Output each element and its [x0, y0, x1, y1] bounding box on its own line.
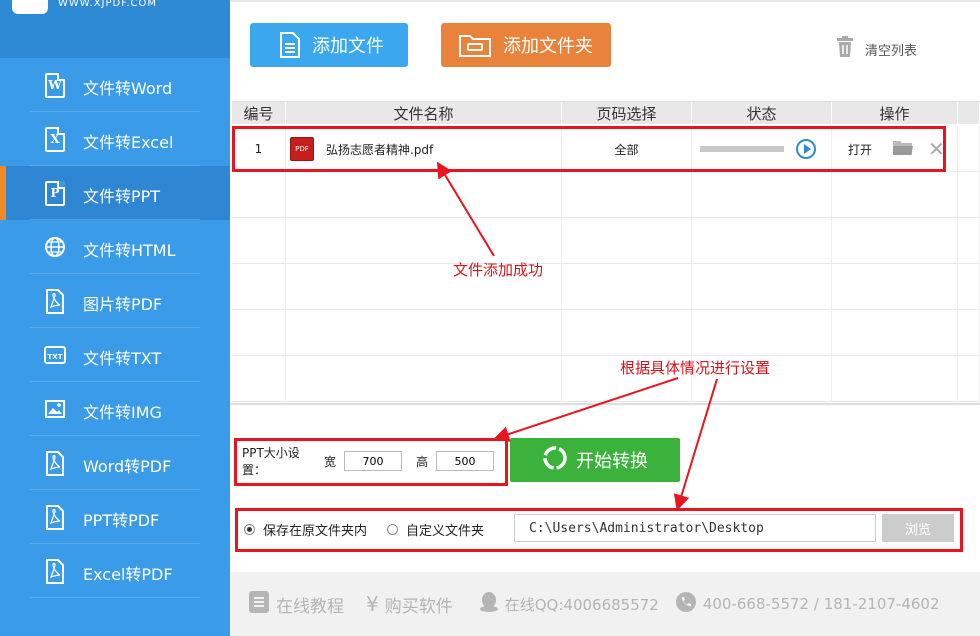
- table-row: [232, 218, 980, 264]
- sidebar-item-ppt[interactable]: P 文件转PPT: [0, 166, 230, 220]
- annotation-file-added: 文件添加成功: [453, 261, 544, 279]
- pdf-doc-icon: [44, 558, 66, 584]
- footer-phone: 400-668-5572 / 181-2107-4602: [675, 591, 940, 617]
- table-row: [232, 172, 980, 218]
- sidebar-item-label: 图片转PDF: [83, 295, 163, 314]
- table-row: [232, 356, 980, 402]
- ppt-doc-icon: P: [44, 180, 66, 206]
- annotation-box-ppt-size: [234, 438, 508, 486]
- pdf-doc-icon: [44, 450, 66, 476]
- sidebar-item-label: 文件转Word: [83, 79, 173, 98]
- logo-icon: [12, 0, 48, 14]
- table-bottom-divider: [230, 403, 980, 405]
- add-file-button[interactable]: 添加文件: [250, 23, 408, 67]
- header-filename: 文件名称: [286, 102, 562, 124]
- sidebar-item-img2pdf[interactable]: 图片转PDF: [0, 274, 230, 328]
- phone-icon: [675, 591, 697, 617]
- sidebar-item-html[interactable]: 文件转HTML: [0, 220, 230, 274]
- refresh-icon: [542, 445, 568, 476]
- sidebar-item-label: 文件转HTML: [83, 241, 176, 260]
- start-convert-button[interactable]: 开始转换: [510, 438, 680, 482]
- clear-list-label: 清空列表: [865, 43, 918, 59]
- sidebar-item-txt[interactable]: TXT 文件转TXT: [0, 328, 230, 382]
- sidebar-item-label: PPT转PDF: [83, 511, 160, 530]
- header-number: 编号: [232, 102, 286, 124]
- header-actions: 操作: [832, 102, 958, 124]
- clear-list-button[interactable]: 清空列表: [835, 36, 917, 62]
- sidebar-item-label: 文件转IMG: [83, 403, 162, 422]
- sidebar-item-word[interactable]: W 文件转Word: [0, 58, 230, 112]
- word-doc-icon: W: [44, 72, 66, 98]
- sidebar-item-word2pdf[interactable]: Word转PDF: [0, 436, 230, 490]
- sidebar-item-label: Excel转PDF: [83, 565, 173, 584]
- row-spacer: [958, 126, 980, 172]
- add-folder-button[interactable]: 添加文件夹: [441, 23, 611, 67]
- qq-icon: [479, 591, 499, 617]
- sidebar-item-img[interactable]: 文件转IMG: [0, 382, 230, 436]
- globe-icon: [44, 234, 66, 260]
- pdf-doc-icon: [44, 504, 66, 530]
- footer-buy[interactable]: ¥ 购买软件: [366, 592, 453, 617]
- sidebar-menu: W 文件转Word X 文件转Excel P 文件转PPT 文件转HTML 图片…: [0, 58, 230, 598]
- annotation-box-file-row: [232, 126, 946, 172]
- image-icon: [44, 396, 66, 422]
- document-icon: [248, 590, 270, 619]
- footer-qq-label: 在线QQ:4006685572: [504, 595, 659, 614]
- sidebar-item-label: Word转PDF: [83, 457, 172, 476]
- table-row: [232, 310, 980, 356]
- excel-doc-icon-glyph: X: [45, 126, 65, 152]
- add-folder-label: 添加文件夹: [503, 36, 593, 57]
- excel-doc-icon: X: [44, 126, 66, 152]
- ppt-doc-icon-glyph: P: [45, 180, 65, 206]
- pdf-doc-icon: [44, 288, 66, 314]
- footer-tutorial-label: 在线教程: [276, 596, 344, 617]
- footer-tutorial[interactable]: 在线教程: [248, 590, 344, 619]
- trash-icon: [835, 36, 855, 62]
- table-row: [232, 264, 980, 310]
- logo-text: WWW.XJPDF.COM: [58, 0, 158, 9]
- start-convert-label: 开始转换: [576, 451, 648, 472]
- header-status: 状态: [692, 102, 832, 124]
- word-doc-icon-glyph: W: [45, 72, 65, 98]
- footer: 在线教程 ¥ 购买软件 在线QQ:4006685572 400-668-5572…: [230, 572, 980, 636]
- sidebar: WWW.XJPDF.COM W 文件转Word X 文件转Excel P 文件转…: [0, 0, 230, 636]
- header-spacer: [958, 102, 980, 124]
- footer-phone-label: 400-668-5572 / 181-2107-4602: [702, 595, 940, 613]
- annotation-set-as-needed: 根据具体情况进行设置: [620, 359, 771, 377]
- footer-buy-label: 购买软件: [384, 596, 453, 617]
- yen-icon: ¥: [366, 592, 379, 616]
- sidebar-item-label: 文件转TXT: [83, 349, 162, 368]
- add-file-label: 添加文件: [312, 36, 384, 57]
- app-window: WWW.XJPDF.COM W 文件转Word X 文件转Excel P 文件转…: [0, 0, 980, 636]
- top-divider: [230, 0, 980, 2]
- sidebar-item-excel[interactable]: X 文件转Excel: [0, 112, 230, 166]
- annotation-box-save-location: [235, 508, 963, 552]
- footer-qq[interactable]: 在线QQ:4006685572: [479, 591, 659, 617]
- sidebar-item-ppt2pdf[interactable]: PPT转PDF: [0, 490, 230, 544]
- table-header: 编号 文件名称 页码选择 状态 操作: [232, 102, 980, 124]
- logo-area: WWW.XJPDF.COM: [0, 0, 230, 58]
- sidebar-item-label: 文件转Excel: [83, 133, 174, 152]
- header-pages: 页码选择: [562, 102, 692, 124]
- svg-text:TXT: TXT: [48, 353, 63, 361]
- txt-doc-icon: TXT: [44, 342, 66, 368]
- sidebar-item-label: 文件转PPT: [83, 187, 161, 206]
- file-icon: [280, 32, 300, 58]
- folder-icon: [459, 33, 491, 57]
- sidebar-item-excel2pdf[interactable]: Excel转PDF: [0, 544, 230, 598]
